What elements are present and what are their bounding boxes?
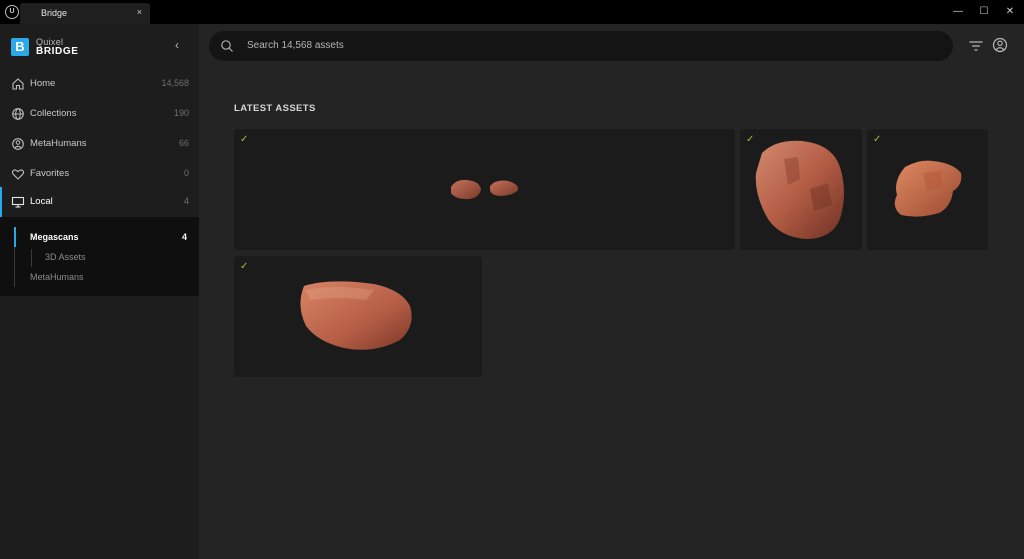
top-header: Search 14,568 assets bbox=[199, 24, 1024, 68]
sidebar-item-label: Collections bbox=[30, 108, 77, 119]
asset-card[interactable]: ✓ bbox=[234, 256, 482, 377]
asset-card[interactable]: ✓ bbox=[867, 129, 988, 250]
sidebar-item-home[interactable]: Home 14,568 bbox=[0, 69, 199, 99]
heart-icon bbox=[11, 169, 25, 180]
tab-bridge[interactable]: Bridge × bbox=[20, 3, 150, 24]
sidebar-item-count: 190 bbox=[173, 108, 189, 118]
local-subpanel: Megascans 4 3D Assets MetaHumans bbox=[0, 217, 199, 296]
downloaded-check-icon: ✓ bbox=[240, 134, 249, 145]
sidebar-item-count: 0 bbox=[183, 168, 189, 178]
sidebar-sub-3d-assets[interactable]: 3D Assets bbox=[45, 252, 86, 262]
sidebar-item-count: 4 bbox=[183, 196, 189, 206]
person-circle-icon bbox=[12, 138, 24, 150]
sidebar-sub-metahumans[interactable]: MetaHumans bbox=[30, 272, 84, 282]
sub-rail-active bbox=[14, 227, 16, 247]
sidebar-item-metahumans[interactable]: MetaHumans 66 bbox=[0, 129, 199, 159]
asset-thumbnail-rock-slab bbox=[300, 281, 412, 350]
sidebar-item-favorites[interactable]: Favorites 0 bbox=[0, 159, 199, 189]
sidebar-item-label: MetaHumans bbox=[30, 138, 87, 149]
sidebar-item-label: Local bbox=[30, 196, 53, 207]
globe-icon bbox=[12, 108, 24, 120]
sidebar-item-count: 66 bbox=[178, 138, 189, 148]
asset-card[interactable]: ✓ bbox=[234, 129, 735, 250]
sub-rail-nested bbox=[31, 249, 32, 267]
section-title: LATEST ASSETS bbox=[234, 103, 316, 114]
account-icon[interactable] bbox=[992, 37, 1008, 53]
window-titlebar: U Bridge × — ☐ ✕ bbox=[0, 0, 1024, 24]
sidebar-item-label: Home bbox=[30, 78, 56, 89]
main-content: LATEST ASSETS ✓ ✓ ✓ ✓ bbox=[199, 68, 1024, 559]
downloaded-check-icon: ✓ bbox=[240, 261, 249, 272]
sidebar-item-collections[interactable]: Collections 190 bbox=[0, 99, 199, 129]
sidebar-item-local[interactable]: Local 4 bbox=[0, 187, 199, 217]
search-icon bbox=[221, 40, 233, 52]
collapse-sidebar-icon[interactable]: ‹ bbox=[175, 38, 179, 52]
maximize-button[interactable]: ☐ bbox=[977, 5, 991, 19]
sidebar-sub-megascans[interactable]: Megascans bbox=[30, 232, 79, 242]
asset-thumbnail-rocks-pair bbox=[451, 179, 519, 200]
sidebar-item-count: 14,568 bbox=[161, 78, 189, 88]
sidebar: B Quixel BRIDGE ‹ Home 14,568 Collection… bbox=[0, 24, 199, 559]
active-indicator bbox=[0, 187, 2, 217]
downloaded-check-icon: ✓ bbox=[873, 134, 882, 145]
bridge-logo-icon: B bbox=[11, 38, 29, 56]
search-input[interactable]: Search 14,568 assets bbox=[209, 31, 953, 61]
tab-close-icon[interactable]: × bbox=[137, 7, 142, 17]
monitor-icon bbox=[11, 196, 25, 208]
sidebar-sub-megascans-count: 4 bbox=[181, 232, 187, 242]
unreal-engine-logo-icon: U bbox=[5, 5, 19, 19]
asset-thumbnail-boulder bbox=[755, 140, 844, 239]
home-icon bbox=[12, 78, 24, 90]
minimize-button[interactable]: — bbox=[951, 5, 965, 19]
sidebar-item-label: Favorites bbox=[30, 168, 70, 179]
tab-title: Bridge bbox=[41, 8, 68, 18]
close-window-button[interactable]: ✕ bbox=[1003, 5, 1017, 19]
brand-bridge: BRIDGE bbox=[36, 46, 79, 57]
asset-card[interactable]: ✓ bbox=[740, 129, 862, 250]
downloaded-check-icon: ✓ bbox=[746, 134, 755, 145]
asset-thumbnail-rock-chunk bbox=[894, 160, 962, 217]
filter-icon[interactable] bbox=[968, 38, 984, 54]
search-placeholder: Search 14,568 assets bbox=[247, 40, 344, 51]
